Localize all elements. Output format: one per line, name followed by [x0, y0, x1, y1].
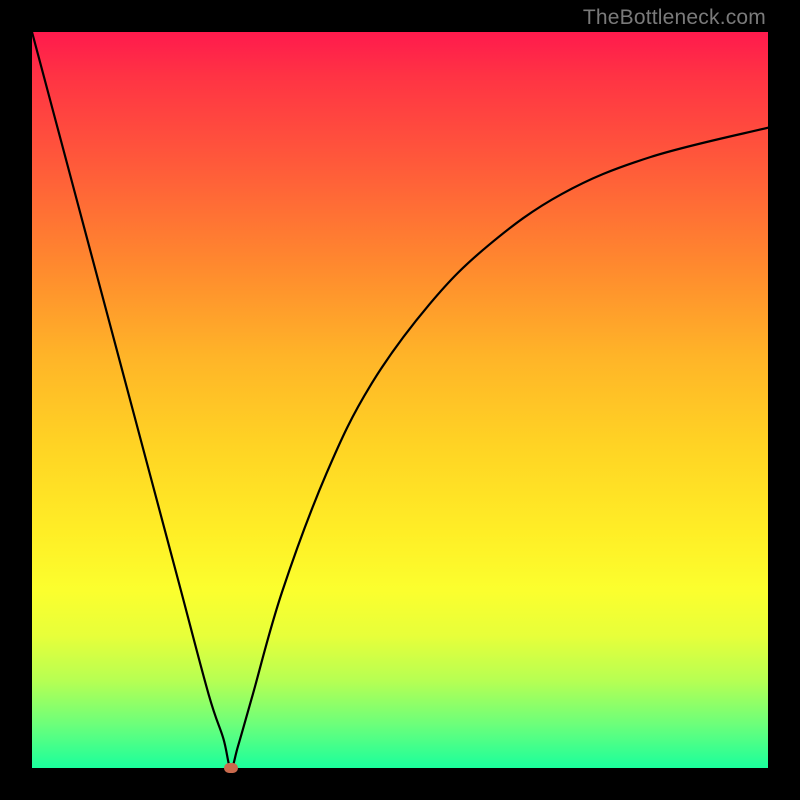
watermark-text: TheBottleneck.com — [583, 6, 766, 30]
chart-frame: TheBottleneck.com — [0, 0, 800, 800]
bottleneck-curve — [32, 32, 768, 768]
chart-plot-area — [32, 32, 768, 768]
optimal-point-marker — [224, 763, 238, 773]
